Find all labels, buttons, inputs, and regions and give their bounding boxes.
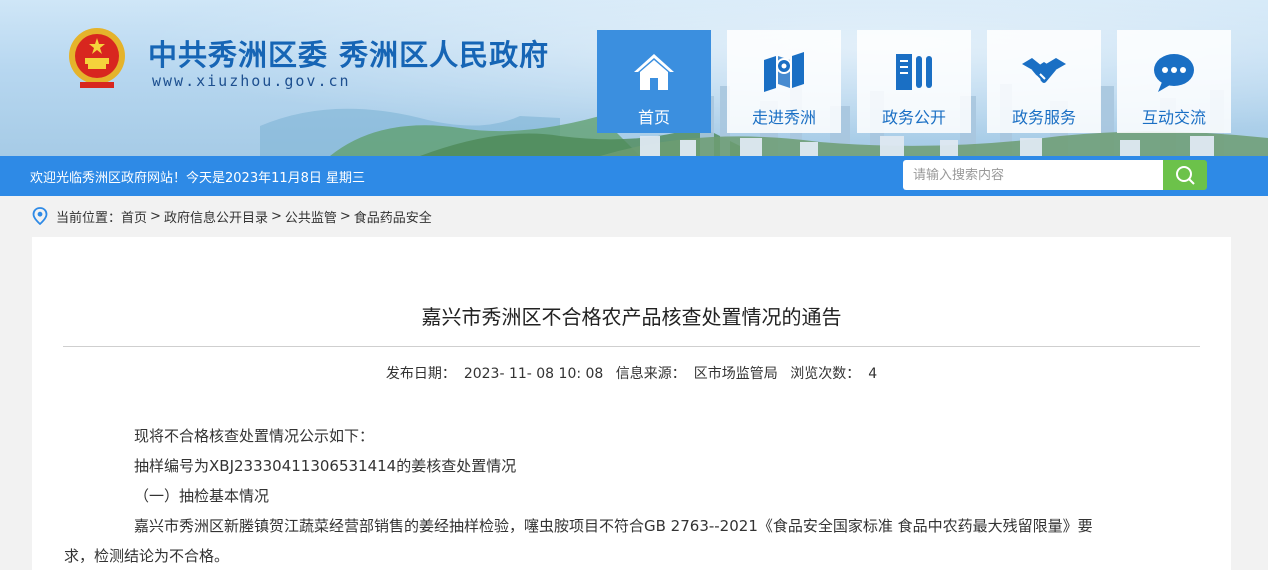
nav-label: 政务服务 — [1011, 108, 1076, 127]
nav-label: 政务公开 — [881, 108, 946, 127]
chat-icon — [1154, 54, 1194, 92]
national-emblem-icon — [69, 28, 125, 88]
meta-source: 区市场监管局 — [693, 366, 778, 382]
breadcrumb-link-food-drug[interactable]: 食品药品安全 — [354, 207, 432, 226]
meta-views-label: 浏览次数： — [790, 366, 861, 382]
breadcrumb-link-public-supervision[interactable]: 公共监管 — [285, 207, 337, 226]
paragraph: 嘉兴市秀洲区新塍镇贺江蔬菜经营部销售的姜经抽样检验，噻虫胺项目不符合GB 276… — [134, 517, 1093, 535]
nav-item-home[interactable]: 首页 — [597, 30, 711, 133]
search-input[interactable] — [903, 160, 1165, 190]
site-url: www.xiuzhou.gov.cn — [152, 72, 351, 90]
nav-label: 首页 — [637, 108, 670, 127]
title-divider — [63, 346, 1200, 347]
welcome-bar: 欢迎光临秀洲区政府网站！今天是2023年11月8日 星期三 — [0, 156, 1268, 196]
breadcrumb-prefix: 当前位置： — [56, 210, 122, 226]
search-icon — [1176, 166, 1195, 185]
meta-date-label: 发布日期： — [385, 366, 456, 382]
breadcrumb-separator: > — [339, 208, 351, 224]
article-title: 嘉兴市秀洲区不合格农产品核查处置情况的通告 — [421, 305, 842, 329]
paragraph: 现将不合格核查处置情况公示如下： — [134, 427, 375, 445]
nav-label: 互动交流 — [1141, 108, 1206, 127]
home-icon — [634, 54, 674, 90]
main-nav: 首页 走进秀洲 政务公开 政务服务 互动交流 — [597, 30, 1231, 133]
search-button[interactable] — [1163, 160, 1207, 190]
article-meta: 发布日期： 2023- 11- 08 10: 08 信息来源： 区市场监管局 浏览次… — [32, 363, 1231, 383]
site-title: 中共秀洲区委 秀洲区人民政府 — [148, 38, 550, 72]
nav-item-interaction[interactable]: 互动交流 — [1117, 30, 1231, 133]
meta-views: 4 — [868, 366, 878, 382]
paragraph: 求，检测结论为不合格。 — [64, 547, 230, 565]
nav-item-gov-affairs[interactable]: 政务公开 — [857, 30, 971, 133]
site-header: 中共秀洲区委 秀洲区人民政府 www.xiuzhou.gov.cn 首页 走进秀… — [0, 0, 1268, 156]
breadcrumb: 当前位置： 首页 > 政府信息公开目录 > 公共监管 > 食品药品安全 — [32, 206, 432, 226]
meta-source-label: 信息来源： — [615, 366, 686, 382]
nav-label: 走进秀洲 — [751, 108, 816, 127]
welcome-text: 欢迎光临秀洲区政府网站！今天是2023年11月8日 星期三 — [30, 171, 366, 186]
search-box — [903, 160, 1207, 190]
nav-item-explore[interactable]: 走进秀洲 — [727, 30, 841, 133]
location-pin-icon — [32, 207, 48, 225]
breadcrumb-separator: > — [150, 208, 161, 224]
map-icon — [764, 52, 804, 92]
breadcrumb-link-home[interactable]: 首页 — [121, 207, 147, 226]
meta-date: 2023- 11- 08 10: 08 — [463, 366, 604, 382]
paragraph: （一）抽检基本情况 — [134, 487, 270, 505]
paragraph: 抽样编号为XBJ23330411306531414的姜核查处置情况 — [134, 457, 517, 475]
handshake-icon — [1022, 58, 1066, 83]
documents-icon — [896, 54, 932, 90]
article-body: 现将不合格核查处置情况公示如下： 抽样编号为XBJ233304113065314… — [64, 421, 1162, 570]
breadcrumb-link-gov-info[interactable]: 政府信息公开目录 — [164, 207, 268, 226]
article-panel: 嘉兴市秀洲区不合格农产品核查处置情况的通告 发布日期： 2023- 11- 08 … — [32, 237, 1231, 570]
breadcrumb-separator: > — [270, 208, 282, 224]
nav-item-gov-services[interactable]: 政务服务 — [987, 30, 1101, 133]
